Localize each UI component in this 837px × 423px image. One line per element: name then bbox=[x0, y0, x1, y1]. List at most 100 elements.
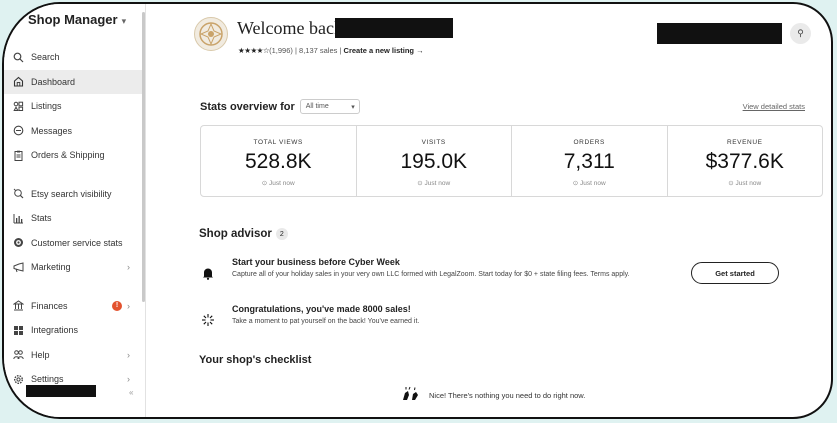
sidebar-divider bbox=[4, 280, 144, 294]
clock-icon: ⊙ bbox=[261, 180, 268, 187]
search-icon bbox=[12, 51, 24, 63]
create-listing-link[interactable]: Create a new listing → bbox=[344, 46, 424, 55]
advisor-item-heading: Start your business before Cyber Week bbox=[232, 257, 400, 267]
sidebar-item-integrations[interactable]: Integrations bbox=[4, 318, 144, 343]
bank-icon bbox=[12, 300, 24, 312]
stat-title: TOTAL VIEWS bbox=[253, 139, 303, 146]
get-started-button[interactable]: Get started bbox=[691, 262, 779, 284]
stats-range-select[interactable]: All time ▾ bbox=[299, 99, 360, 114]
chevron-right-icon: › bbox=[127, 374, 130, 385]
arrow-right-icon: → bbox=[416, 46, 424, 55]
meta-separator: | bbox=[339, 46, 342, 55]
chevron-right-icon: › bbox=[127, 349, 130, 360]
view-detailed-stats-link[interactable]: View detailed stats bbox=[743, 102, 805, 111]
sidebar-item-dashboard[interactable]: Dashboard bbox=[4, 69, 144, 94]
stat-updated: ⊙ Just now bbox=[728, 179, 761, 187]
listings-icon bbox=[12, 100, 24, 112]
review-count[interactable]: (1,996) bbox=[269, 46, 293, 55]
advisor-count-badge: 2 bbox=[275, 228, 288, 240]
stat-title: VISITS bbox=[421, 139, 446, 146]
alert-badge: ! bbox=[112, 300, 122, 311]
people-icon bbox=[12, 349, 24, 361]
grid-icon bbox=[12, 324, 24, 336]
advisor-item-desc: Capture all of your holiday sales in you… bbox=[232, 271, 630, 278]
sidebar-scrollbar[interactable] bbox=[142, 12, 145, 302]
bell-icon bbox=[200, 265, 216, 281]
clock-icon: ⊙ bbox=[572, 180, 579, 187]
sidebar-item-label: Listings bbox=[31, 101, 62, 112]
sidebar-item-customer-service-stats[interactable]: Customer service stats bbox=[4, 231, 144, 256]
sidebar-item-label: Orders & Shipping bbox=[31, 150, 105, 161]
sidebar-divider bbox=[4, 168, 144, 182]
home-icon bbox=[12, 76, 24, 88]
stat-updated-text: Just now bbox=[580, 180, 606, 187]
stat-card-revenue[interactable]: REVENUE $377.6K ⊙ Just now bbox=[668, 126, 823, 196]
sidebar-item-label: Etsy search visibility bbox=[31, 188, 112, 199]
stats-cards: TOTAL VIEWS 528.8K ⊙ Just now VISITS 195… bbox=[200, 125, 823, 197]
sidebar-item-label: Stats bbox=[31, 213, 52, 224]
sidebar-item-label: Search bbox=[31, 52, 60, 63]
sidebar-item-messages[interactable]: Messages bbox=[4, 119, 144, 144]
link-button[interactable]: ⚲ bbox=[790, 23, 811, 44]
shop-avatar[interactable] bbox=[194, 17, 228, 51]
main-content: Welcome back, ★★★★☆(1,996) | 8,137 sales… bbox=[147, 4, 831, 417]
redacted-header-field bbox=[657, 23, 782, 44]
clock-icon: ⊙ bbox=[417, 180, 423, 187]
checklist-title: Your shop's checklist bbox=[199, 354, 312, 366]
sidebar-item-listings[interactable]: Listings bbox=[4, 94, 144, 119]
target-icon bbox=[12, 237, 24, 249]
link-icon: ⚲ bbox=[797, 28, 804, 38]
rating-stars: ★★★★☆ bbox=[238, 46, 270, 55]
sidebar-item-search[interactable]: Search bbox=[4, 45, 144, 70]
advisor-item-body: Congratulations, you've made 8000 sales!… bbox=[232, 304, 702, 327]
advisor-item-cyber-week: Start your business before Cyber Week Ca… bbox=[200, 257, 720, 293]
stat-card-total-views[interactable]: TOTAL VIEWS 528.8K ⊙ Just now bbox=[201, 126, 357, 196]
shop-manager-label: Shop Manager bbox=[28, 12, 118, 27]
stat-title: ORDERS bbox=[573, 139, 605, 146]
stat-updated-text: Just now bbox=[735, 180, 762, 187]
shop-advisor-label: Shop advisor bbox=[199, 228, 272, 241]
stat-value: 528.8K bbox=[244, 150, 312, 173]
sidebar-item-label: Marketing bbox=[31, 262, 71, 273]
app-window: Shop Manager▾ Search Dashboard Listings bbox=[2, 2, 833, 419]
chevron-right-icon: › bbox=[127, 262, 130, 273]
chevron-down-icon: ▾ bbox=[351, 103, 355, 111]
stat-card-visits[interactable]: VISITS 195.0K ⊙ Just now bbox=[357, 126, 512, 196]
sidebar-item-label: Messages bbox=[31, 125, 73, 136]
gear-icon bbox=[12, 373, 24, 385]
sidebar-item-label: Settings bbox=[31, 374, 64, 385]
sidebar: Shop Manager▾ Search Dashboard Listings bbox=[4, 4, 146, 417]
checklist-empty-state: Nice! There's nothing you need to do rig… bbox=[401, 386, 585, 405]
sidebar-item-label: Dashboard bbox=[31, 76, 76, 87]
sidebar-nav: Search Dashboard Listings Messages Order… bbox=[4, 45, 144, 392]
shop-manager-title[interactable]: Shop Manager ▾ bbox=[28, 12, 126, 27]
advisor-item-8000-sales: Congratulations, you've made 8000 sales!… bbox=[200, 304, 720, 332]
sidebar-item-stats[interactable]: Stats bbox=[4, 206, 144, 231]
sidebar-item-finances[interactable]: Finances ! › bbox=[4, 294, 144, 319]
meta-separator: | bbox=[294, 46, 297, 55]
sidebar-item-label: Customer service stats bbox=[31, 237, 123, 248]
stat-updated-text: Just now bbox=[424, 180, 451, 187]
bar-chart-icon bbox=[12, 212, 24, 224]
sidebar-item-help[interactable]: Help › bbox=[4, 343, 144, 368]
checklist-message: Nice! There's nothing you need to do rig… bbox=[429, 391, 586, 400]
clipboard-icon bbox=[12, 149, 24, 161]
megaphone-icon bbox=[12, 261, 24, 273]
clapping-hands-icon bbox=[401, 386, 421, 405]
sidebar-item-marketing[interactable]: Marketing › bbox=[4, 255, 144, 280]
celebration-icon bbox=[200, 312, 216, 328]
stat-updated: ⊙ Just now bbox=[417, 179, 450, 187]
sidebar-item-orders-shipping[interactable]: Orders & Shipping bbox=[4, 143, 144, 168]
stat-title: REVENUE bbox=[726, 139, 763, 146]
stats-overview-header: Stats overview for All time ▾ bbox=[200, 99, 360, 114]
redacted-shop-name bbox=[26, 385, 96, 397]
sidebar-item-etsy-search-visibility[interactable]: Etsy search visibility bbox=[4, 182, 144, 207]
chevron-right-icon: › bbox=[127, 300, 130, 311]
sidebar-item-label: Help bbox=[31, 349, 50, 360]
stat-card-orders[interactable]: ORDERS 7,311 ⊙ Just now bbox=[512, 126, 668, 196]
redacted-username bbox=[335, 18, 453, 38]
sidebar-item-label: Finances bbox=[31, 300, 68, 311]
stat-value: $377.6K bbox=[705, 150, 784, 173]
collapse-sidebar-button[interactable]: « bbox=[129, 388, 133, 397]
stat-value: 7,311 bbox=[563, 150, 615, 173]
